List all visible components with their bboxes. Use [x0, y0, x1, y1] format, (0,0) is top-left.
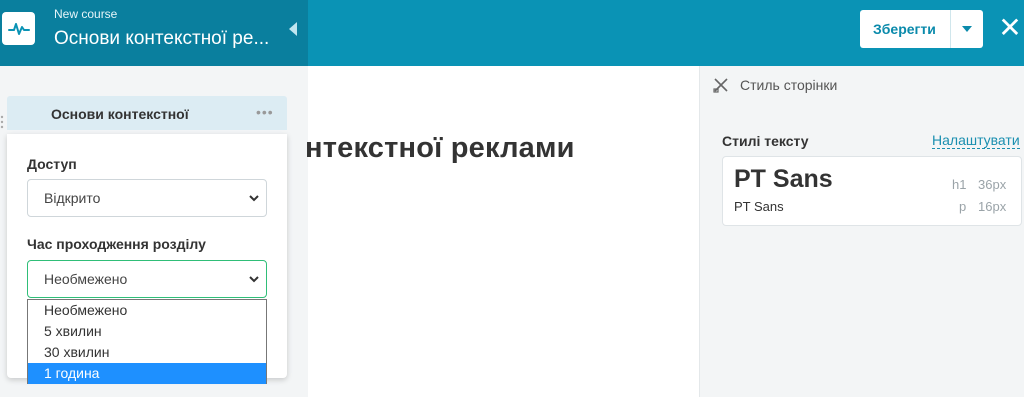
course-subtitle: New course — [54, 7, 118, 21]
duration-select[interactable]: Необмежено — [27, 260, 267, 298]
duration-select-value: Необмежено — [44, 271, 128, 287]
save-button-group: Зберегти — [860, 10, 983, 48]
more-options-icon[interactable]: ••• — [256, 104, 274, 120]
duration-label: Час проходження розділу — [27, 236, 206, 252]
h1-tag: h1 — [952, 177, 967, 192]
close-icon[interactable]: ✕ — [998, 14, 1022, 42]
page-style-header[interactable]: Стиль сторінки — [712, 76, 837, 94]
page-heading[interactable]: нтекстної реклами — [305, 132, 575, 165]
dropdown-option[interactable]: 5 хвилин — [28, 321, 266, 342]
top-bar: New course Основи контекстної ре... Збер… — [0, 0, 1024, 66]
style-panel: Стиль сторінки Стилі тексту Налаштувати … — [699, 66, 1024, 397]
access-select[interactable]: Відкрито — [27, 179, 267, 217]
brush-ruler-icon — [713, 78, 728, 93]
heading-font-name: PT Sans — [734, 165, 833, 193]
text-styles-label: Стилі тексту — [722, 133, 809, 149]
caret-down-icon[interactable] — [951, 10, 983, 48]
access-label: Доступ — [27, 156, 77, 172]
page-style-label: Стиль сторінки — [740, 77, 838, 93]
dropdown-option[interactable]: 30 хвилин — [28, 342, 266, 363]
duration-dropdown-list: Необмежено 5 хвилин 30 хвилин 1 година — [27, 299, 267, 384]
dropdown-option[interactable]: Необмежено — [28, 300, 266, 321]
configure-link[interactable]: Налаштувати — [932, 132, 1020, 149]
course-header: New course Основи контекстної ре... — [0, 0, 308, 66]
text-style-card[interactable]: PT Sans PT Sans h1 36px p 16px — [722, 156, 1022, 226]
drag-handle-icon[interactable] — [0, 114, 4, 130]
h1-size: 36px — [978, 177, 1007, 192]
section-title: Основи контекстної — [51, 106, 189, 122]
chevron-down-icon — [249, 195, 259, 202]
chevron-down-icon — [249, 276, 259, 283]
pulse-icon[interactable] — [2, 12, 35, 45]
dropdown-option-highlighted[interactable]: 1 година — [28, 363, 266, 384]
body-font-name: PT Sans — [734, 199, 784, 214]
section-tab[interactable]: Основи контекстної ••• — [7, 96, 287, 130]
chevron-left-icon[interactable] — [288, 21, 298, 37]
p-size: 16px — [978, 199, 1007, 214]
p-tag: p — [959, 199, 967, 214]
save-button[interactable]: Зберегти — [860, 10, 951, 48]
access-select-value: Відкрито — [44, 190, 101, 206]
course-title: Основи контекстної ре... — [54, 28, 270, 49]
